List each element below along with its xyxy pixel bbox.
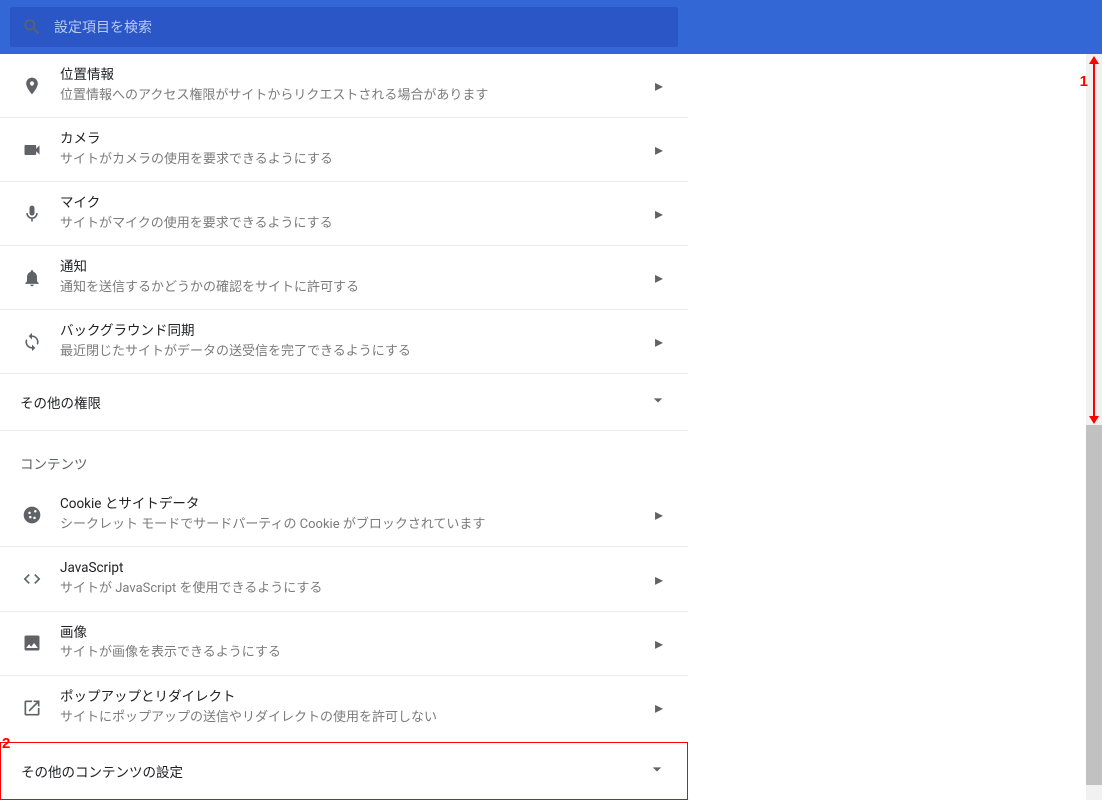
row-title: 画像 [60, 624, 650, 643]
row-title: ポップアップとリダイレクト [60, 688, 650, 707]
more-content-settings-row[interactable]: その他のコンテンツの設定 [1, 743, 687, 799]
row-location[interactable]: 位置情報 位置情報へのアクセス権限がサイトからリクエストされる場合があります ▸ [0, 54, 688, 118]
scrollbar-thumb[interactable] [1086, 425, 1102, 785]
content-section-header: コンテンツ [0, 431, 688, 483]
chevron-right-icon: ▸ [650, 204, 668, 223]
row-subtitle: サイトがカメラの使用を要求できるようにする [60, 151, 650, 169]
search-bar[interactable] [10, 7, 678, 47]
row-subtitle: サイトがマイクの使用を要求できるようにする [60, 215, 650, 233]
settings-panel: 位置情報 位置情報へのアクセス権限がサイトからリクエストされる場合があります ▸… [0, 54, 688, 800]
annotation-highlight-box: その他のコンテンツの設定 [0, 742, 688, 800]
more-content-label: その他のコンテンツの設定 [21, 761, 183, 781]
chevron-right-icon: ▸ [650, 140, 668, 159]
image-icon [20, 631, 44, 655]
row-title: Cookie とサイトデータ [60, 495, 650, 514]
chevron-right-icon: ▸ [650, 505, 668, 524]
chevron-right-icon: ▸ [650, 268, 668, 287]
row-notifications[interactable]: 通知 通知を送信するかどうかの確認をサイトに許可する ▸ [0, 246, 688, 310]
row-camera[interactable]: カメラ サイトがカメラの使用を要求できるようにする ▸ [0, 118, 688, 182]
row-text: 通知 通知を送信するかどうかの確認をサイトに許可する [60, 258, 650, 297]
row-text: 画像 サイトが画像を表示できるようにする [60, 624, 650, 663]
search-input[interactable] [54, 19, 668, 35]
row-title: バックグラウンド同期 [60, 322, 650, 341]
popup-icon [20, 696, 44, 720]
row-mic[interactable]: マイク サイトがマイクの使用を要求できるようにする ▸ [0, 182, 688, 246]
row-text: 位置情報 位置情報へのアクセス権限がサイトからリクエストされる場合があります [60, 66, 650, 105]
chevron-right-icon: ▸ [650, 76, 668, 95]
chevron-down-icon [648, 390, 668, 414]
row-popups[interactable]: ポップアップとリダイレクト サイトにポップアップの送信やリダイレクトの使用を許可… [0, 676, 688, 740]
row-subtitle: サイトが画像を表示できるようにする [60, 644, 650, 662]
location-icon [20, 74, 44, 98]
row-text: ポップアップとリダイレクト サイトにポップアップの送信やリダイレクトの使用を許可… [60, 688, 650, 727]
row-subtitle: 通知を送信するかどうかの確認をサイトに許可する [60, 279, 650, 297]
row-subtitle: サイトが JavaScript を使用できるようにする [60, 580, 650, 598]
chevron-down-icon [647, 759, 667, 783]
camera-icon [20, 138, 44, 162]
row-text: JavaScript サイトが JavaScript を使用できるようにする [60, 559, 650, 598]
chevron-right-icon: ▸ [650, 698, 668, 717]
row-subtitle: 位置情報へのアクセス権限がサイトからリクエストされる場合があります [60, 87, 650, 105]
sync-icon [20, 330, 44, 354]
header [0, 0, 1102, 54]
row-cookies[interactable]: Cookie とサイトデータ シークレット モードでサードパーティの Cooki… [0, 483, 688, 547]
row-images[interactable]: 画像 サイトが画像を表示できるようにする ▸ [0, 612, 688, 676]
row-title: カメラ [60, 130, 650, 149]
annotation-label-1: 1 [1080, 73, 1088, 90]
annotation-arrow-line [1093, 62, 1095, 418]
row-title: 位置情報 [60, 66, 650, 85]
row-title: 通知 [60, 258, 650, 277]
annotation-arrow-down [1089, 416, 1099, 424]
cookie-icon [20, 503, 44, 527]
row-text: マイク サイトがマイクの使用を要求できるようにする [60, 194, 650, 233]
row-javascript[interactable]: JavaScript サイトが JavaScript を使用できるようにする ▸ [0, 547, 688, 611]
row-subtitle: シークレット モードでサードパーティの Cookie がブロックされています [60, 516, 650, 534]
chevron-right-icon: ▸ [650, 570, 668, 589]
bell-icon [20, 266, 44, 290]
row-text: バックグラウンド同期 最近閉じたサイトがデータの送受信を完了できるようにする [60, 322, 650, 361]
chevron-right-icon: ▸ [650, 332, 668, 351]
row-background-sync[interactable]: バックグラウンド同期 最近閉じたサイトがデータの送受信を完了できるようにする ▸ [0, 310, 688, 374]
row-title: JavaScript [60, 559, 650, 578]
row-text: カメラ サイトがカメラの使用を要求できるようにする [60, 130, 650, 169]
mic-icon [20, 202, 44, 226]
more-permissions-label: その他の権限 [20, 392, 101, 412]
more-permissions-row[interactable]: その他の権限 [0, 374, 688, 431]
code-icon [20, 567, 44, 591]
chevron-right-icon: ▸ [650, 634, 668, 653]
row-subtitle: サイトにポップアップの送信やリダイレクトの使用を許可しない [60, 709, 650, 727]
row-text: Cookie とサイトデータ シークレット モードでサードパーティの Cooki… [60, 495, 650, 534]
permissions-list: 位置情報 位置情報へのアクセス権限がサイトからリクエストされる場合があります ▸… [0, 54, 688, 800]
row-subtitle: 最近閉じたサイトがデータの送受信を完了できるようにする [60, 343, 650, 361]
annotation-label-2: 2 [2, 735, 10, 752]
search-icon [20, 15, 44, 39]
row-title: マイク [60, 194, 650, 213]
